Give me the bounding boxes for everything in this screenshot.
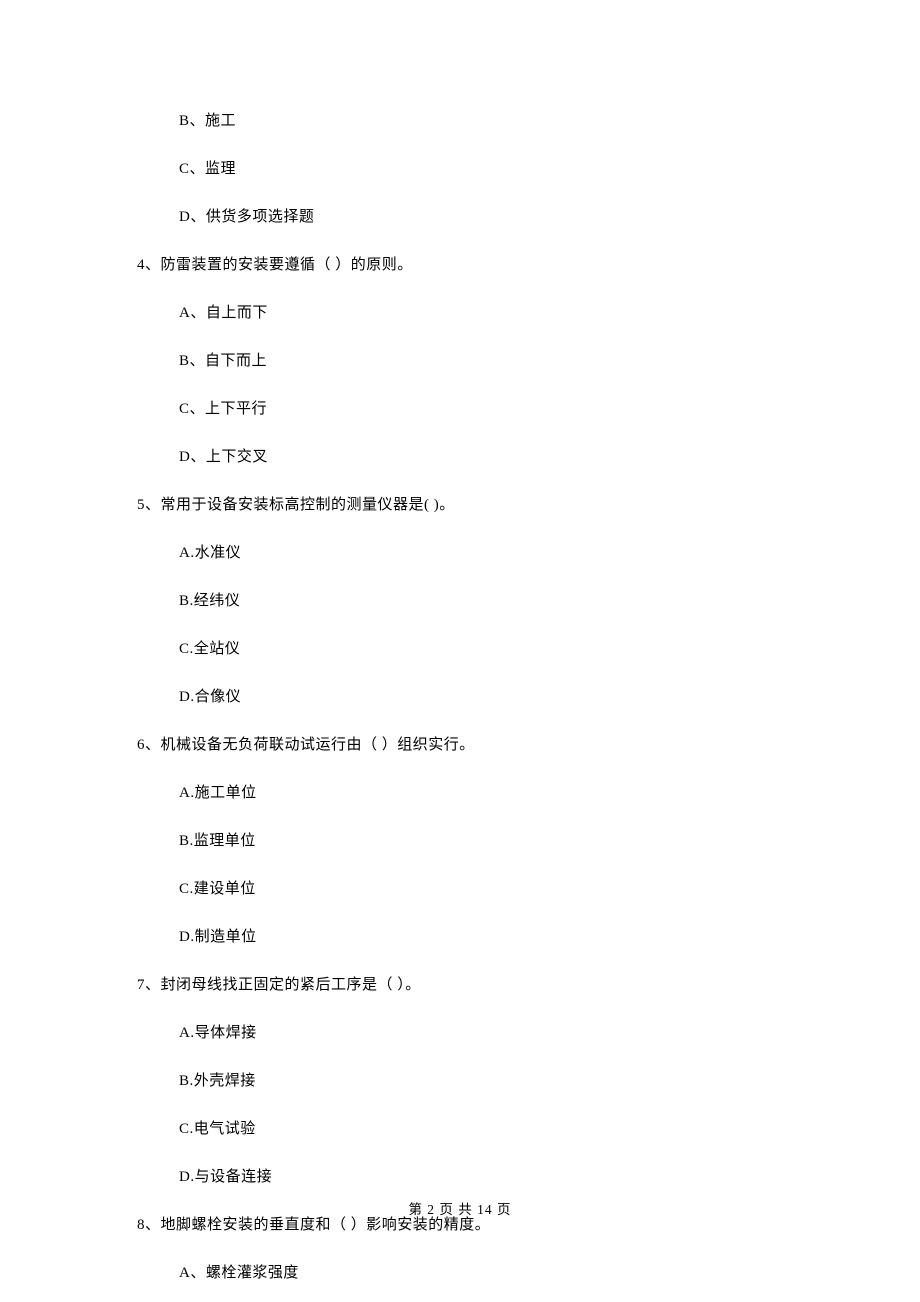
q5-option-b: B.经纬仪 bbox=[137, 592, 783, 610]
q8-option-a: A、螺栓灌浆强度 bbox=[137, 1264, 783, 1282]
q3-option-d: D、供货多项选择题 bbox=[137, 208, 783, 226]
q7-option-a: A.导体焊接 bbox=[137, 1024, 783, 1042]
q5-option-a: A.水准仪 bbox=[137, 544, 783, 562]
q6-option-c: C.建设单位 bbox=[137, 880, 783, 898]
q6-option-d: D.制造单位 bbox=[137, 928, 783, 946]
q6-option-a: A.施工单位 bbox=[137, 784, 783, 802]
q3-option-c: C、监理 bbox=[137, 160, 783, 178]
document-page: B、施工 C、监理 D、供货多项选择题 4、防雷装置的安装要遵循（ ）的原则。 … bbox=[0, 0, 920, 1302]
q5-option-d: D.合像仪 bbox=[137, 688, 783, 706]
q4-stem: 4、防雷装置的安装要遵循（ ）的原则。 bbox=[137, 256, 783, 274]
q4-option-a: A、自上而下 bbox=[137, 304, 783, 322]
q5-stem: 5、常用于设备安装标高控制的测量仪器是( )。 bbox=[137, 496, 783, 514]
page-number: 第 2 页 共 14 页 bbox=[0, 1198, 920, 1218]
q4-option-d: D、上下交叉 bbox=[137, 448, 783, 466]
q3-option-b: B、施工 bbox=[137, 112, 783, 130]
q7-stem: 7、封闭母线找正固定的紧后工序是（ ）。 bbox=[137, 976, 783, 994]
q4-option-c: C、上下平行 bbox=[137, 400, 783, 418]
q7-option-b: B.外壳焊接 bbox=[137, 1072, 783, 1090]
q6-option-b: B.监理单位 bbox=[137, 832, 783, 850]
q7-option-d: D.与设备连接 bbox=[137, 1168, 783, 1186]
q7-option-c: C.电气试验 bbox=[137, 1120, 783, 1138]
q8-stem: 8、地脚螺栓安装的垂直度和（ ）影响安装的精度。 bbox=[137, 1216, 783, 1234]
q6-stem: 6、机械设备无负荷联动试运行由（ ）组织实行。 bbox=[137, 736, 783, 754]
q5-option-c: C.全站仪 bbox=[137, 640, 783, 658]
q4-option-b: B、自下而上 bbox=[137, 352, 783, 370]
